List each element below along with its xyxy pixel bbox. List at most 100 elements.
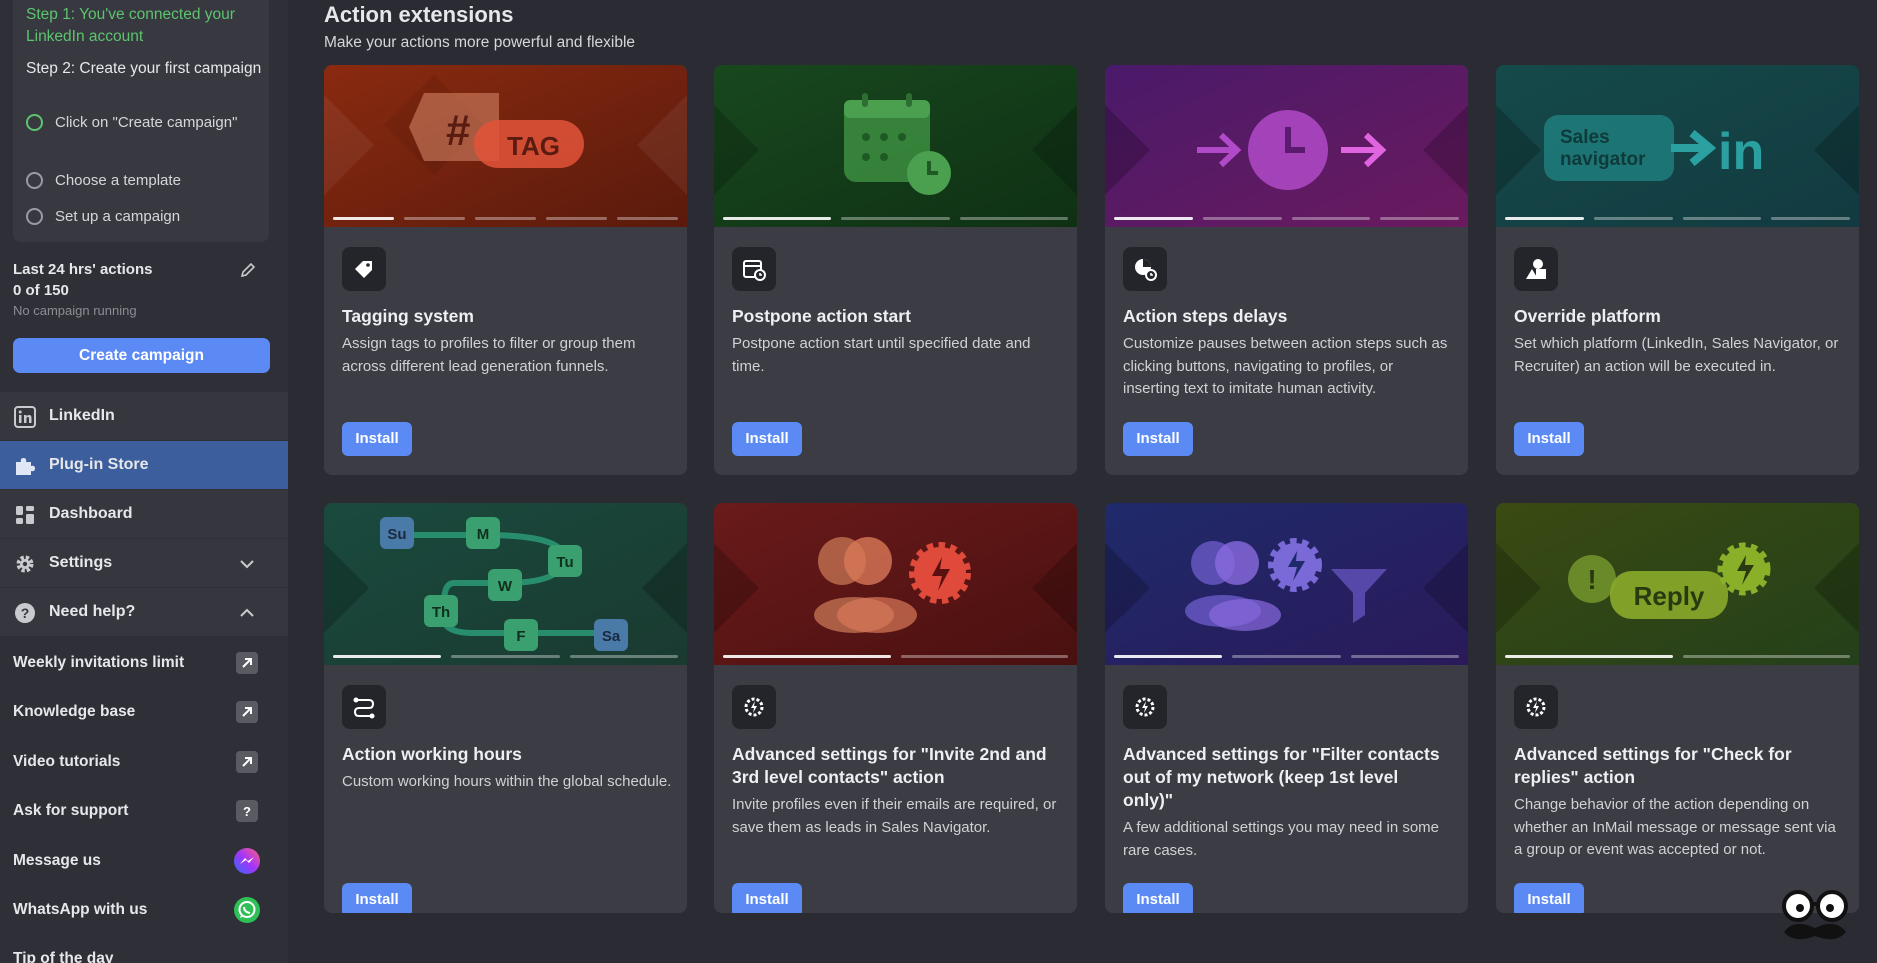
external-link-icon (236, 751, 258, 773)
install-button[interactable]: Install (342, 422, 412, 456)
card-title: Advanced settings for "Check for replies… (1514, 744, 1792, 787)
nav-settings[interactable]: Settings (0, 539, 288, 587)
card-title: Action working hours (342, 744, 522, 764)
svg-text:!: ! (1587, 564, 1596, 595)
pie-clock-icon (1123, 247, 1167, 291)
page-subtitle: Make your actions more powerful and flex… (324, 34, 636, 51)
help-video-tutorials[interactable]: Video tutorials (0, 738, 288, 786)
card-title: Advanced settings for "Invite 2nd and 3r… (732, 744, 1047, 787)
sidebar: Step 1: You've connected your LinkedIn a… (0, 0, 288, 963)
card-description: Set which platform (LinkedIn, Sales Navi… (1514, 335, 1839, 375)
card-description: Assign tags to profiles to filter or gro… (342, 335, 636, 375)
external-link-icon (236, 701, 258, 723)
card-description: Change behavior of the action depending … (1514, 796, 1836, 858)
nav-linkedin[interactable]: LinkedIn (0, 392, 288, 440)
install-button[interactable]: Install (1514, 883, 1584, 913)
sales-banner-text: Sales (1560, 127, 1610, 148)
substep-setup-campaign[interactable]: Set up a campaign (26, 206, 180, 228)
chevron-down-icon[interactable] (238, 555, 256, 573)
help-whatsapp-with-us[interactable]: WhatsApp with us (0, 886, 288, 934)
card-banner (714, 503, 1077, 665)
edit-icon[interactable] (240, 262, 256, 278)
external-link-icon (236, 652, 258, 674)
dashboard-icon (16, 506, 34, 524)
carousel-progress (333, 655, 678, 658)
nav-dashboard[interactable]: Dashboard (0, 490, 288, 538)
nav-need-help[interactable]: ? Need help? (0, 588, 288, 636)
install-button[interactable]: Install (732, 422, 802, 456)
page-title: Action extensions (324, 2, 514, 27)
messenger-icon (234, 848, 260, 874)
card-title: Advanced settings for "Filter contacts o… (1123, 744, 1440, 810)
help-weekly-invitations-limit[interactable]: Weekly invitations limit (0, 639, 288, 687)
card-override-platform: Sales navigator in Override platform Set… (1496, 65, 1859, 475)
help-knowledge-base[interactable]: Knowledge base (0, 688, 288, 736)
carousel-progress (1114, 217, 1459, 220)
card-description: Postpone action start until specified da… (732, 335, 1031, 375)
navigator-banner-text: navigator (1560, 149, 1646, 170)
circle-icon (26, 208, 43, 225)
help-tip-of-the-day[interactable]: Tip of the day (0, 935, 288, 963)
lightning-gear-icon (1123, 685, 1167, 729)
create-campaign-button[interactable]: Create campaign (13, 338, 270, 373)
calendar-clock-icon (732, 247, 776, 291)
substep-create-campaign[interactable]: Click on "Create campaign" (26, 112, 246, 134)
shapes-icon (1514, 247, 1558, 291)
carousel-progress (723, 655, 1068, 658)
card-banner: Sales navigator in (1496, 65, 1859, 227)
card-advanced-filter-contacts: Advanced settings for "Filter contacts o… (1105, 503, 1468, 913)
actions-title: Last 24 hrs' actions (13, 261, 153, 278)
whatsapp-icon (234, 897, 260, 923)
install-button[interactable]: Install (732, 883, 802, 913)
svg-text:?: ? (243, 804, 251, 819)
card-banner (1105, 503, 1468, 665)
onboarding-step-2: Step 2: Create your first campaign (26, 60, 262, 77)
onboarding-step-1: Step 1: You've connected your LinkedIn a… (26, 6, 235, 45)
carousel-progress (1505, 217, 1850, 220)
card-banner: Su M Tu W Th F Sa (324, 503, 687, 665)
lightning-gear-icon (732, 685, 776, 729)
help-message-us[interactable]: Message us (0, 837, 288, 885)
card-title: Tagging system (342, 306, 474, 326)
tag-banner-text: TAG (507, 131, 560, 161)
help-ask-for-support[interactable]: Ask for support ? (0, 787, 288, 835)
card-description: Invite profiles even if their emails are… (732, 796, 1057, 836)
actions-status: No campaign running (13, 303, 137, 318)
card-description: Customize pauses between action steps su… (1123, 335, 1448, 397)
svg-text:Th: Th (432, 604, 450, 621)
card-description: Custom working hours within the global s… (342, 773, 672, 790)
card-postpone-action-start: Postpone action start Postpone action st… (714, 65, 1077, 475)
gear-icon (16, 555, 34, 573)
question-icon: ? (15, 603, 35, 623)
nav-plugin-store[interactable]: Plug-in Store (0, 441, 288, 489)
substep-choose-template[interactable]: Choose a template (26, 170, 181, 192)
card-banner: # TAG (324, 65, 687, 227)
svg-text:M: M (477, 526, 490, 543)
install-button[interactable]: Install (342, 883, 412, 913)
install-button[interactable]: Install (1123, 422, 1193, 456)
install-button[interactable]: Install (1123, 883, 1193, 913)
card-banner (1105, 65, 1468, 227)
mascot-glasses-mustache-icon[interactable] (1778, 888, 1852, 948)
card-description: A few additional settings you may need i… (1123, 819, 1440, 859)
tag-icon (342, 247, 386, 291)
route-icon (342, 685, 386, 729)
actions-count: 0 of 150 (13, 282, 69, 299)
linkedin-banner-text: in (1718, 123, 1764, 181)
svg-text:W: W (498, 578, 513, 595)
install-button[interactable]: Install (1514, 422, 1584, 456)
card-title: Action steps delays (1123, 306, 1288, 326)
svg-text:Su: Su (387, 526, 406, 543)
carousel-progress (723, 217, 1068, 220)
svg-text:Sa: Sa (602, 628, 621, 645)
svg-text:F: F (516, 628, 525, 645)
card-banner: ! Reply (1496, 503, 1859, 665)
svg-text:#: # (446, 106, 470, 155)
svg-text:Tu: Tu (556, 554, 573, 571)
card-banner (714, 65, 1077, 227)
linkedin-icon (14, 406, 36, 428)
chevron-up-icon[interactable] (238, 604, 256, 622)
carousel-progress (333, 217, 678, 220)
carousel-progress (1505, 655, 1850, 658)
card-advanced-check-replies: ! Reply Advanced settings for "Check for… (1496, 503, 1859, 913)
